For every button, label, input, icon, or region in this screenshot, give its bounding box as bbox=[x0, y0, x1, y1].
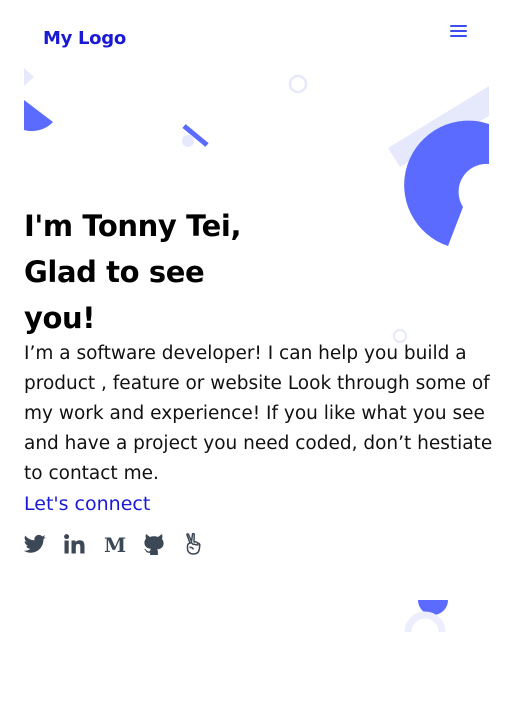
triangle-decoration bbox=[24, 68, 34, 86]
menu-bar bbox=[450, 30, 467, 32]
menu-bar bbox=[450, 25, 467, 27]
medium-icon[interactable]: M bbox=[104, 531, 144, 557]
svg-text:M: M bbox=[104, 534, 126, 554]
logo[interactable]: My Logo bbox=[43, 28, 126, 49]
social-links: M bbox=[24, 531, 224, 557]
stripe-arc-decoration bbox=[388, 86, 489, 246]
headline-line: I'm Tonny Tei, bbox=[24, 209, 242, 243]
bowl-decoration bbox=[404, 600, 448, 633]
headline-line: you! bbox=[24, 301, 96, 335]
hamburger-menu-button[interactable] bbox=[447, 22, 471, 40]
linkedin-icon[interactable] bbox=[64, 531, 104, 557]
half-circle-decoration bbox=[24, 100, 53, 132]
ring-decoration bbox=[288, 74, 308, 94]
github-icon[interactable] bbox=[144, 531, 184, 557]
menu-bar bbox=[450, 35, 467, 37]
hero-headline: I'm Tonny Tei, Glad to see you! bbox=[24, 203, 241, 341]
lets-connect-link[interactable]: Let's connect bbox=[24, 489, 150, 519]
intro-text: I’m a software developer! I can help you… bbox=[24, 343, 493, 484]
dash-decoration bbox=[182, 124, 209, 147]
peace-hand-icon[interactable] bbox=[184, 531, 224, 557]
headline-line: Glad to see bbox=[24, 255, 205, 289]
twitter-icon[interactable] bbox=[24, 531, 64, 557]
